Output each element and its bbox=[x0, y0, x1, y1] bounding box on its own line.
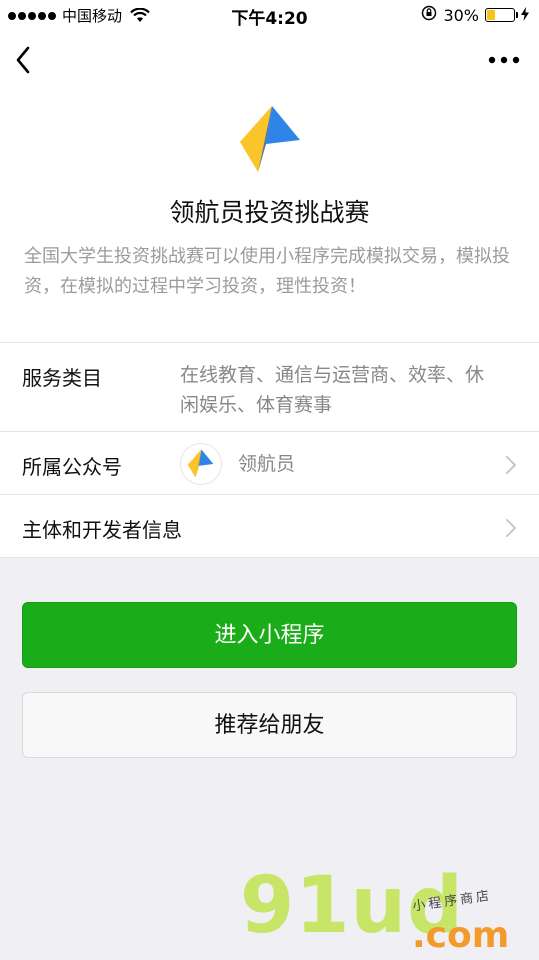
recommend-to-friend-button[interactable]: 推荐给朋友 bbox=[22, 692, 517, 758]
account-avatar bbox=[180, 443, 222, 485]
app-logo bbox=[236, 100, 306, 180]
status-right: 30% bbox=[421, 5, 529, 25]
back-button[interactable] bbox=[10, 42, 40, 78]
more-dots-icon bbox=[488, 56, 520, 64]
app-description: 全国大学生投资挑战赛可以使用小程序完成模拟交易，模拟投资，在模拟的过程中学习投资… bbox=[24, 246, 510, 297]
battery-fill bbox=[487, 10, 495, 20]
developer-label: 主体和开发者信息 bbox=[22, 518, 182, 542]
chevron-left-icon bbox=[16, 46, 30, 74]
battery-percent: 30% bbox=[443, 5, 479, 25]
orientation-lock-icon bbox=[421, 5, 437, 25]
account-name: 领航员 bbox=[238, 453, 296, 475]
status-bar: 中国移动 下午4:20 30% bbox=[0, 0, 539, 30]
charging-icon bbox=[521, 6, 529, 25]
watermark-domain: .com bbox=[412, 915, 510, 956]
nav-bar bbox=[0, 30, 539, 90]
chevron-right-icon bbox=[506, 456, 516, 474]
more-button[interactable] bbox=[485, 50, 525, 70]
divider bbox=[0, 342, 539, 343]
battery-icon bbox=[485, 8, 518, 22]
chevron-right-icon bbox=[506, 519, 516, 537]
app-title: 领航员投资挑战赛 bbox=[169, 198, 370, 227]
category-value: 在线教育、通信与运营商、效率、休闲娱乐、体育赛事 bbox=[180, 364, 485, 416]
divider bbox=[0, 557, 539, 558]
category-label: 服务类目 bbox=[22, 366, 102, 390]
enter-mini-program-button[interactable]: 进入小程序 bbox=[22, 602, 517, 668]
account-label: 所属公众号 bbox=[22, 455, 122, 479]
